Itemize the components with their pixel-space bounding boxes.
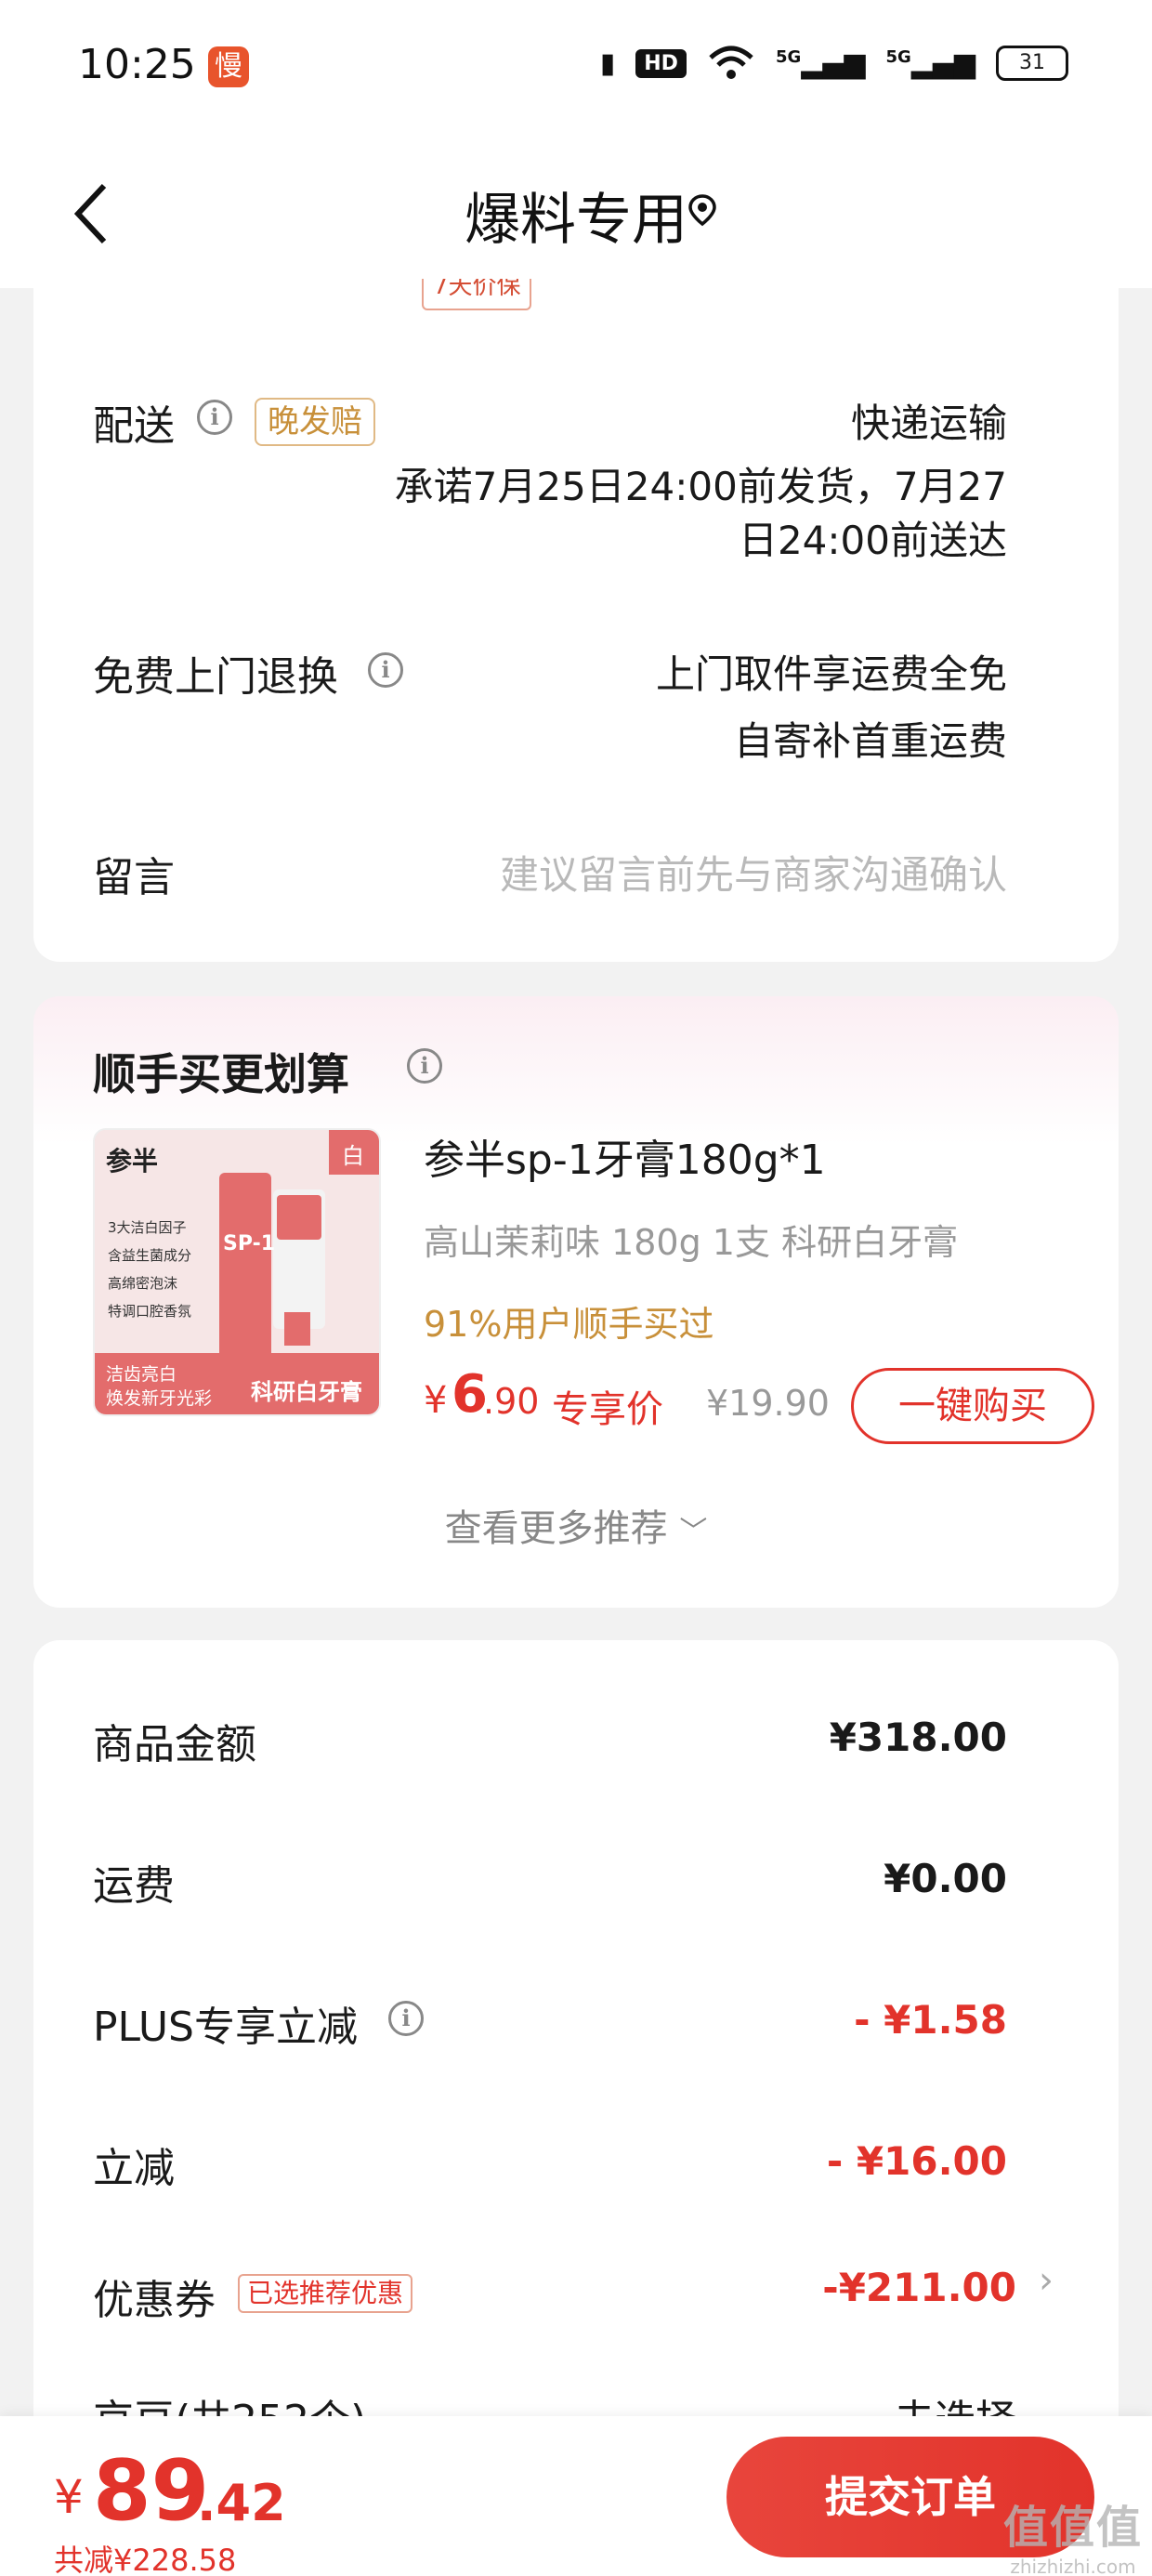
price-decimal: .90 bbox=[483, 1381, 540, 1422]
summary-value: - ¥16.00 bbox=[826, 2138, 1007, 2184]
more-recommendations-link[interactable]: 查看更多推荐 ﹀ bbox=[33, 1498, 1119, 1552]
chevron-right-icon[interactable]: › bbox=[1039, 2259, 1054, 2302]
total-currency: ¥ bbox=[54, 2470, 84, 2524]
return-line2: 自寄补首重运费 bbox=[733, 718, 1007, 764]
more-recommendations-label: 查看更多推荐 bbox=[444, 1507, 668, 1550]
price-protect-tag: 7天价保 bbox=[422, 279, 531, 310]
recommend-card: 顺手买更划算 i 参半 白 SP-1 3大洁白因子 含益生菌成分 高绵密泡沫 特… bbox=[33, 996, 1119, 1608]
summary-label: 立减 bbox=[93, 2145, 175, 2192]
price-currency: ¥ bbox=[424, 1379, 448, 1422]
status-icons: ▮ HD 5G▂▄▆ 5G▂▄▆ 31 bbox=[600, 45, 1068, 82]
product-name[interactable]: 参半sp-1牙膏180g*1 bbox=[424, 1126, 826, 1186]
wifi-icon bbox=[709, 46, 753, 79]
signal-icon: 5G▂▄▆ bbox=[775, 46, 866, 80]
plus-info-icon[interactable]: i bbox=[388, 2001, 424, 2036]
product-image-slogan: 洁齿亮白 bbox=[106, 1364, 177, 1385]
recommend-info-icon[interactable]: i bbox=[407, 1048, 442, 1084]
coupon-label[interactable]: 优惠券 bbox=[93, 2267, 216, 2326]
late-compensation-tag: 晚发赔 bbox=[255, 398, 375, 446]
delivery-info-icon[interactable]: i bbox=[197, 400, 232, 435]
watermark-url: zhizhizhi.com bbox=[1010, 2556, 1136, 2576]
delivery-promise-line1: 承诺7月25日24:00前发货，7月27 bbox=[394, 464, 1007, 509]
status-bar: 10:25 慢 ▮ HD 5G▂▄▆ 5G▂▄▆ 31 bbox=[0, 0, 1152, 139]
product-image-feature: 特调口腔香氛 bbox=[108, 1303, 192, 1320]
summary-label: 商品金额 bbox=[93, 1721, 256, 1768]
return-label: 免费上门退换 bbox=[93, 653, 338, 701]
vibrate-icon: ▮ bbox=[599, 46, 616, 80]
watermark: 值值值 zhizhizhi.com bbox=[1003, 2491, 1143, 2576]
product-popularity: 91%用户顺手买过 bbox=[424, 1304, 714, 1345]
total-decimal: .42 bbox=[197, 2474, 286, 2532]
page-title: 爆料专用 bbox=[465, 188, 687, 253]
return-line1: 上门取件享运费全免 bbox=[655, 651, 1007, 697]
delivery-card: 7天价保 配送 i 晚发赔 快递运输 承诺7月25日24:00前发货，7月27 … bbox=[33, 251, 1119, 962]
signal-icon-2: 5G▂▄▆ bbox=[885, 46, 975, 80]
product-spec: 高山茉莉味 180g 1支 科研白牙膏 bbox=[424, 1222, 959, 1263]
product-image-feature: 3大洁白因子 bbox=[108, 1219, 187, 1236]
delivery-promise-line2: 日24:00前送达 bbox=[738, 518, 1007, 563]
hd-icon: HD bbox=[635, 48, 687, 78]
battery-icon: 31 bbox=[996, 46, 1068, 81]
chevron-down-icon: ﹀ bbox=[679, 1516, 708, 1548]
product-image-feature: 含益生菌成分 bbox=[108, 1247, 192, 1264]
note-label: 留言 bbox=[93, 854, 175, 901]
summary-value: - ¥1.58 bbox=[854, 1997, 1007, 2043]
delivery-method[interactable]: 快递运输 bbox=[851, 392, 1007, 449]
summary-value: ¥0.00 bbox=[884, 1856, 1007, 1901]
product-image-corner: 白 bbox=[342, 1143, 364, 1169]
watermark-logo: 值值值 bbox=[1002, 2502, 1143, 2554]
product-image[interactable]: 参半 白 SP-1 3大洁白因子 含益生菌成分 高绵密泡沫 特调口腔香氛 洁齿亮… bbox=[93, 1128, 381, 1416]
total-integer: 89 bbox=[93, 2442, 210, 2540]
coupon-selected-tag: 已选推荐优惠 bbox=[238, 2274, 413, 2313]
exclusive-price-label: 专享价 bbox=[552, 1388, 663, 1431]
product-image-model: SP-1 bbox=[223, 1232, 276, 1255]
summary-label: 运费 bbox=[93, 1862, 175, 1910]
product-image-tagline: 科研白牙膏 bbox=[251, 1379, 362, 1405]
one-click-buy-button[interactable]: 一键购买 bbox=[851, 1368, 1094, 1444]
bottom-checkout-bar: ¥ 89 .42 共减¥228.58 提交订单 值值值 zhizhizhi.co… bbox=[0, 2416, 1152, 2576]
coupon-value[interactable]: -¥211.00 bbox=[822, 2265, 1016, 2310]
total-saved: 共减¥228.58 bbox=[54, 2543, 237, 2576]
delivery-label: 配送 bbox=[93, 402, 175, 450]
app-notification-icon: 慢 bbox=[208, 46, 249, 87]
product-image-slogan: 焕发新牙光彩 bbox=[106, 1388, 213, 1409]
recommend-title: 顺手买更划算 bbox=[93, 1049, 349, 1099]
note-input[interactable]: 建议留言前先与商家沟通确认 bbox=[500, 844, 1007, 900]
product-image-brand: 参半 bbox=[106, 1146, 159, 1176]
status-time: 10:25 bbox=[78, 41, 196, 88]
summary-label: PLUS专享立减 bbox=[93, 2004, 358, 2051]
return-info-icon[interactable]: i bbox=[368, 652, 403, 688]
original-price: ¥19.90 bbox=[706, 1383, 830, 1424]
summary-value: ¥318.00 bbox=[829, 1715, 1007, 1760]
product-image-feature: 高绵密泡沫 bbox=[108, 1275, 178, 1292]
location-pin-icon[interactable] bbox=[686, 193, 719, 227]
